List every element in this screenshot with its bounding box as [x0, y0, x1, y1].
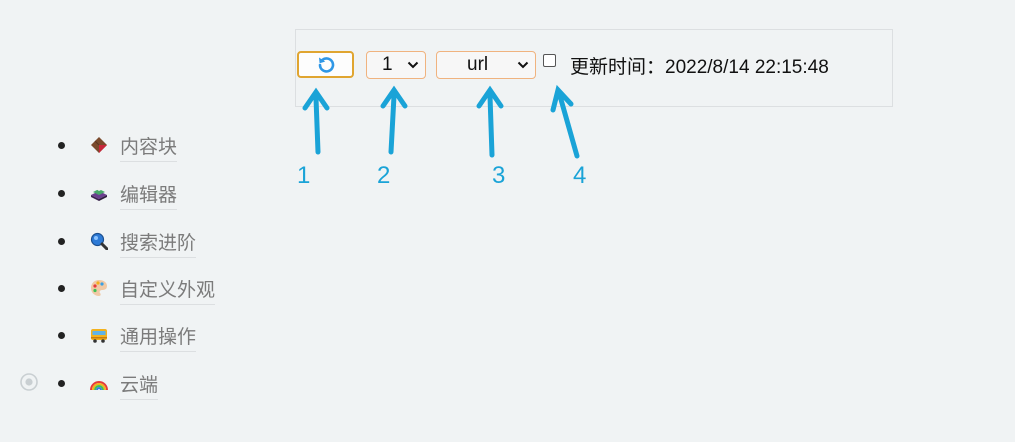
chocolate-bar-icon: [91, 137, 107, 153]
arrow-3: [476, 85, 504, 158]
arrow-1: [302, 87, 330, 155]
annotation-1: 1: [297, 162, 311, 189]
stacked-books-icon: [91, 187, 107, 201]
nav-item-cloud[interactable]: 云端: [58, 369, 159, 400]
bullet: [58, 379, 65, 387]
nav-item-general-operations[interactable]: 通用操作: [58, 321, 197, 352]
magnifier-icon: [90, 232, 108, 250]
nav-label: 云端: [120, 370, 159, 400]
rainbow-icon: [90, 381, 108, 391]
nav-label: 通用操作: [120, 322, 197, 352]
nav-item-search-advanced[interactable]: 搜索进阶: [58, 227, 197, 258]
nav-item-custom-appearance[interactable]: 自定义外观: [58, 274, 216, 305]
target-icon[interactable]: [19, 372, 39, 392]
nav-label: 内容块: [120, 132, 178, 162]
bullet: [58, 189, 65, 197]
nav-label: 自定义外观: [120, 275, 216, 305]
bullet: [58, 284, 65, 292]
nav-label: 搜索进阶: [120, 228, 197, 258]
bus-icon: [91, 329, 107, 343]
nav-item-editor[interactable]: 编辑器: [58, 179, 178, 210]
annotation-2: 2: [377, 162, 391, 189]
nav-item-content-blocks[interactable]: 内容块: [58, 131, 178, 162]
arrow-2: [380, 85, 408, 155]
annotation-3: 3: [492, 162, 506, 189]
nav-label: 编辑器: [120, 180, 178, 210]
palette-icon: [91, 280, 107, 296]
bullet: [58, 331, 65, 339]
annotation-4: 4: [573, 162, 587, 189]
bullet: [58, 237, 65, 245]
arrow-4: [550, 84, 580, 159]
bullet: [58, 141, 65, 149]
